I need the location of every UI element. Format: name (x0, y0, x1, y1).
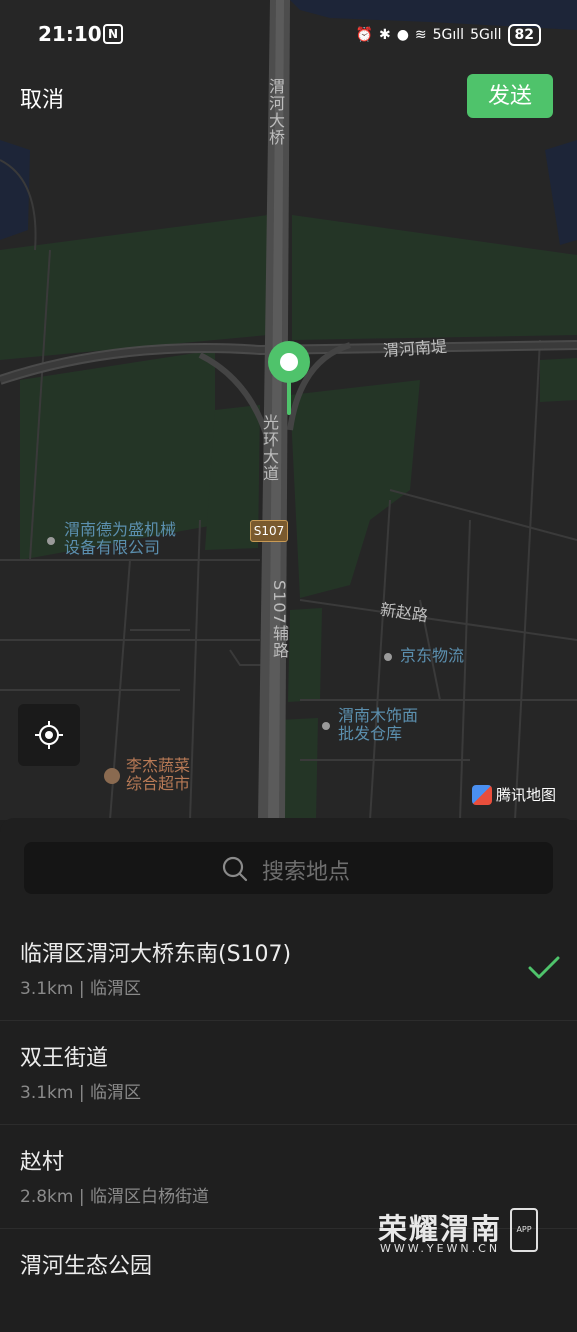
alarm-icon: ⏰ (355, 27, 373, 43)
map-label-s107-aux-road: S107辅路 (270, 580, 289, 659)
map-label-guanghuan-avenue: 光环大道 (260, 414, 279, 482)
poi-market-line2[interactable]: 综合超市 (126, 775, 190, 793)
signal-5g-icon: 5Gıll (432, 27, 465, 43)
poi-dot (384, 653, 392, 661)
poi-dot (322, 722, 330, 730)
location-icon: ● (396, 27, 409, 43)
crosshair-icon (35, 721, 63, 749)
battery-icon: 82 (507, 24, 541, 46)
bluetooth-icon: ✱ (378, 27, 391, 43)
send-button[interactable]: 发送 (467, 74, 553, 118)
status-icons: ⏰ ✱ ● ≋ 5Gıll 5Gıll 82 (356, 20, 541, 50)
map-label-weihe-bridge: 渭河大桥 (266, 78, 285, 146)
status-time: 21:10 (38, 22, 102, 46)
watermark-app-badge: APP (510, 1208, 538, 1252)
map-attribution: 腾讯地图 (472, 784, 556, 805)
search-icon (222, 856, 248, 882)
poi-machinery-line1[interactable]: 渭南德为盛机械 (64, 521, 176, 539)
search-placeholder: 搜索地点 (262, 860, 351, 885)
poi-wood-line1[interactable]: 渭南木饰面 (338, 707, 418, 725)
place-detail: 3.1km | 临渭区 (20, 979, 141, 999)
locate-me-button[interactable] (18, 704, 80, 766)
place-name: 双王街道 (20, 1046, 109, 1071)
place-detail: 2.8km | 临渭区白杨街道 (20, 1187, 209, 1207)
place-name: 临渭区渭河大桥东南(S107) (20, 942, 292, 967)
tencent-map-logo-icon (472, 784, 492, 805)
wifi-icon: ≋ (414, 27, 427, 43)
place-detail: 3.1km | 临渭区 (20, 1083, 141, 1103)
shop-icon (104, 768, 120, 784)
poi-market-line1[interactable]: 李杰蔬菜 (126, 757, 190, 775)
watermark: 荣耀渭南 WWW.YEWN.CN APP (378, 1206, 558, 1256)
poi-jd-logistics[interactable]: 京东物流 (400, 647, 464, 665)
poi-wood-line2[interactable]: 批发仓库 (338, 725, 402, 743)
list-item[interactable]: 临渭区渭河大桥东南(S107) 3.1km | 临渭区 (0, 916, 577, 1021)
signal-5g-icon: 5Gıll (470, 27, 502, 43)
place-name: 赵村 (20, 1150, 65, 1175)
poi-machinery-line2[interactable]: 设备有限公司 (64, 539, 160, 557)
location-results-sheet: 搜索地点 临渭区渭河大桥东南(S107) 3.1km | 临渭区 双王街道 3.… (0, 818, 577, 1280)
road-shield-s107: S107 (250, 520, 288, 542)
map-view[interactable]: 21:10 N ⏰ ✱ ● ≋ 5Gıll 5Gıll 82 取消 发送 渭河大… (0, 0, 577, 820)
nfc-icon: N (103, 24, 123, 44)
cancel-button[interactable]: 取消 (20, 82, 64, 114)
poi-dot (47, 537, 55, 545)
place-name: 渭河生态公园 (20, 1254, 153, 1279)
attribution-text: 腾讯地图 (496, 786, 557, 804)
watermark-url: WWW.YEWN.CN (380, 1242, 501, 1255)
status-bar: 21:10 N ⏰ ✱ ● ≋ 5Gıll 5Gıll 82 (0, 0, 577, 70)
checkmark-icon (528, 956, 560, 979)
search-input[interactable]: 搜索地点 (24, 842, 553, 894)
list-item[interactable]: 双王街道 3.1km | 临渭区 (0, 1020, 577, 1125)
